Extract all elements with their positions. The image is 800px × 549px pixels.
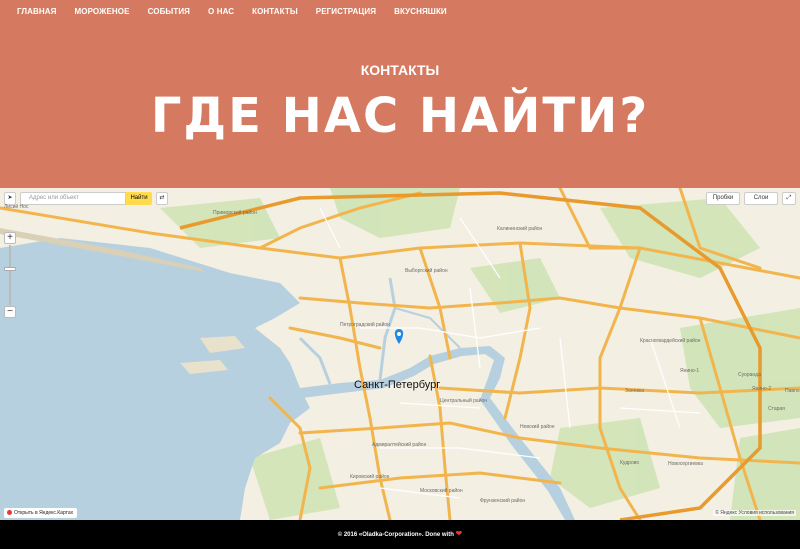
traffic-button[interactable]: Пробки <box>706 192 740 205</box>
map-label-kirovskiy: Кировский район <box>350 474 390 480</box>
map-label-primorskiy: Приморский район <box>213 210 257 216</box>
map-label-kalininskiy: Калининский район <box>497 226 543 232</box>
map-canvas[interactable] <box>0 188 800 520</box>
fullscreen-icon[interactable]: ⤢ <box>782 192 796 205</box>
footer-copyright: © 2016 «Oladka-Corporation». Done with <box>337 532 454 538</box>
map-label-kudrovo: Кудрово <box>620 460 640 466</box>
nav-link-about[interactable]: О НАС <box>208 7 234 16</box>
map-label-frunzenskiy: Фрунзенский район <box>480 498 526 504</box>
nav-link-home[interactable]: ГЛАВНАЯ <box>17 7 57 16</box>
map-search-button[interactable]: Найти <box>126 192 152 205</box>
zoom-in-button[interactable]: + <box>4 232 16 244</box>
map-label-zanevka: Заневка <box>625 388 645 394</box>
map-label-sorinda: Суоранда <box>738 372 761 378</box>
map-label-vyborgskiy: Выборгский район <box>405 268 448 274</box>
map-label-nevskiy: Невский район <box>520 424 555 430</box>
main-nav: ГЛАВНАЯ МОРОЖЕНОЕ СОБЫТИЯ О НАС КОНТАКТЫ… <box>17 7 447 16</box>
map-label-moskovskiy: Московский район <box>420 488 463 494</box>
nav-link-treats[interactable]: ВКУСНЯШКИ <box>394 7 447 16</box>
map-copyright[interactable]: © Яндекс Условия использования <box>713 510 796 516</box>
map-label-admiralteyskiy: Адмиралтейский район <box>372 442 427 448</box>
page-title: ГДЕ НАС НАЙТИ? <box>150 88 650 144</box>
section-kicker: КОНТАКТЫ <box>360 62 440 78</box>
layers-button[interactable]: Слои <box>744 192 778 205</box>
page-header: ГЛАВНАЯ МОРОЖЕНОЕ СОБЫТИЯ О НАС КОНТАКТЫ… <box>0 0 800 188</box>
zoom-out-button[interactable]: − <box>4 306 16 318</box>
map-label-yanino1: Янино-1 <box>680 368 700 374</box>
route-icon[interactable]: ⇄ <box>156 192 168 205</box>
nav-link-icecream[interactable]: МОРОЖЕНОЕ <box>75 7 130 16</box>
map-label-centralniy: Центральный район <box>440 398 488 404</box>
zoom-slider-thumb[interactable] <box>4 267 16 271</box>
open-in-yandex-link[interactable]: Открыть в Яндекс.Картах <box>4 508 78 518</box>
map-label-krasnogvardeyskiy: Красногвардейский район <box>640 338 701 344</box>
yandex-map[interactable]: ➤ Адрес или объект Найти ⇄ Пробки Слои ⤢… <box>0 188 800 520</box>
nav-link-events[interactable]: СОБЫТИЯ <box>148 7 190 16</box>
map-label-yanino2: Янино-2 <box>752 386 772 392</box>
map-label-novosergievka: Новосергиевка <box>668 461 703 467</box>
page-footer: © 2016 «Oladka-Corporation». Done with ❤ <box>0 520 800 548</box>
open-in-yandex-label: Открыть в Яндекс.Картах <box>14 510 74 516</box>
map-search-input[interactable]: Адрес или объект <box>20 192 126 205</box>
map-label-pavlovo: Павло <box>785 388 800 394</box>
map-label-petrogradskiy: Петроградский район <box>340 322 390 328</box>
map-label-lisiy-nos: Лисий Нос <box>4 204 29 210</box>
heart-icon: ❤ <box>455 529 463 538</box>
map-city-label: Санкт-Петербург <box>354 379 441 391</box>
nav-link-registration[interactable]: РЕГИСТРАЦИЯ <box>316 7 376 16</box>
map-label-staraya: Старая <box>768 406 785 412</box>
nav-link-contacts[interactable]: КОНТАКТЫ <box>252 7 298 16</box>
yandex-pin-icon <box>7 510 12 515</box>
zoom-slider-track[interactable] <box>9 245 11 305</box>
